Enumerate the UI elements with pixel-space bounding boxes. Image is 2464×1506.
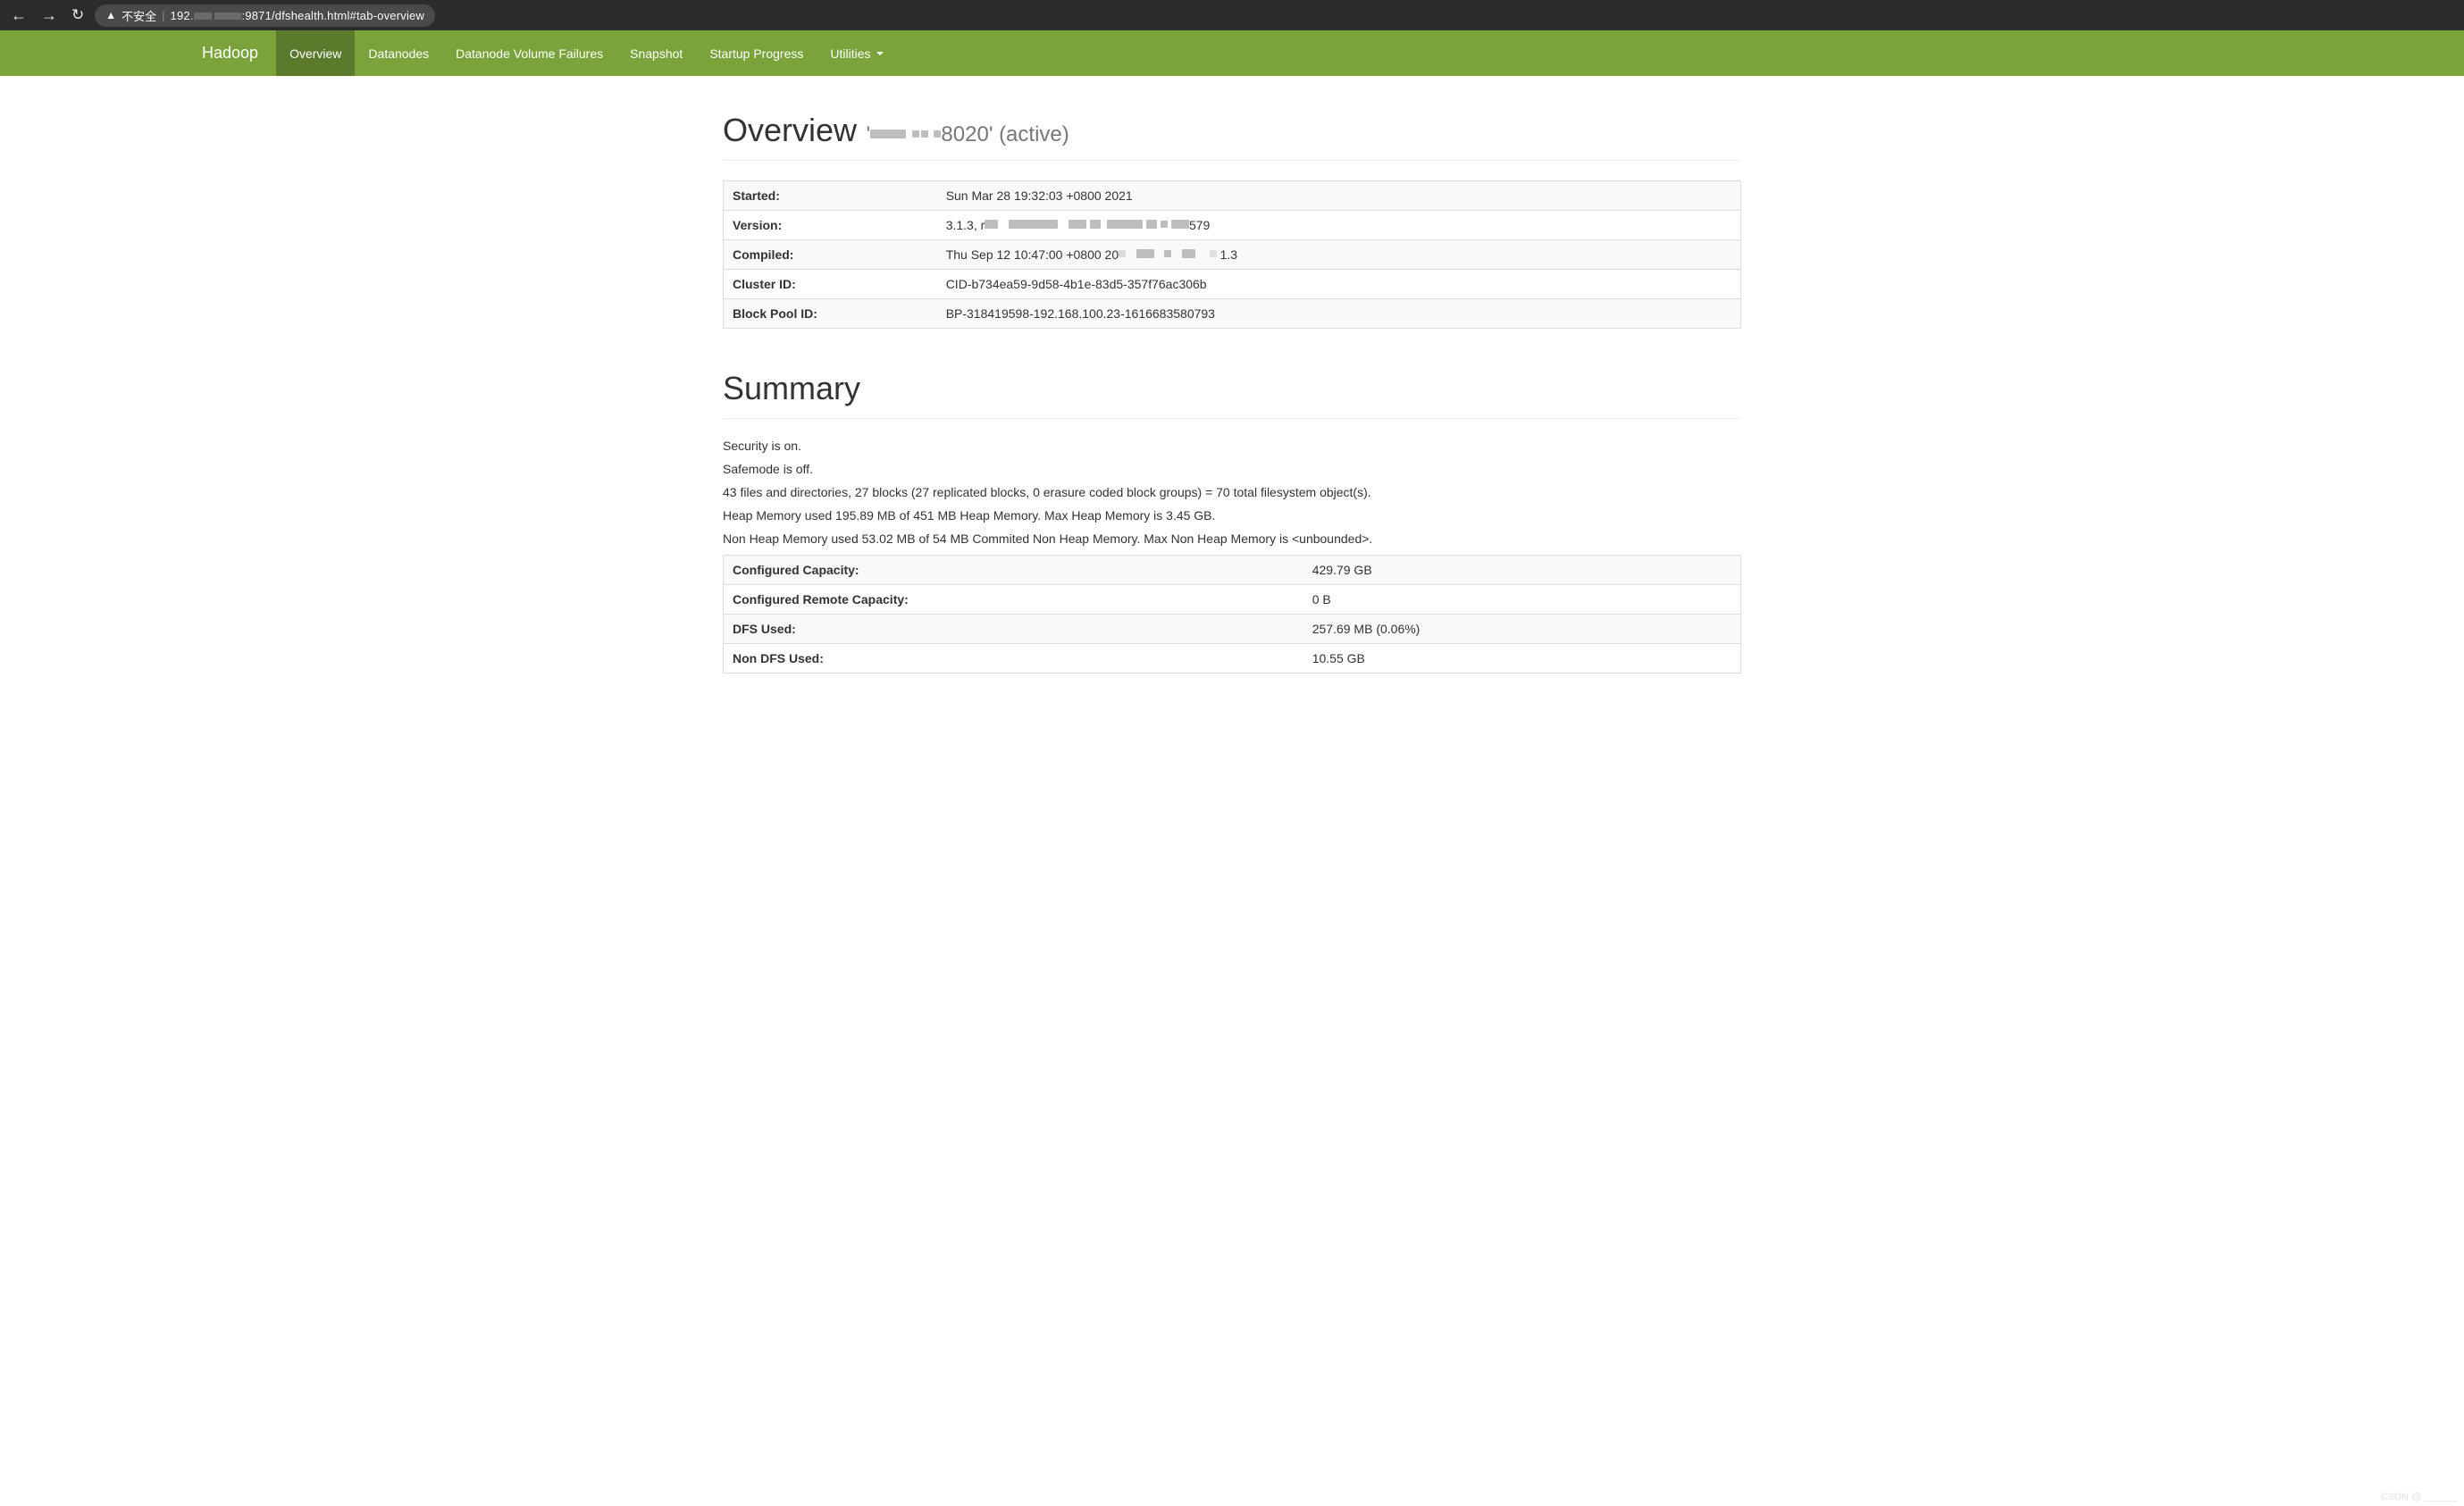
nav-volume-failures[interactable]: Datanode Volume Failures xyxy=(442,30,616,76)
stat-label: Non DFS Used: xyxy=(724,644,1303,674)
compiled-prefix: Thu Sep 12 10:47:00 +0800 20 xyxy=(946,247,1119,262)
summary-header: Summary xyxy=(723,347,1741,419)
safemode-status: Safemode is off. xyxy=(723,462,1741,476)
table-row: Cluster ID: CID-b734ea59-9d58-4b1e-83d5-… xyxy=(724,270,1741,299)
nonheap-memory-stats: Non Heap Memory used 53.02 MB of 54 MB C… xyxy=(723,531,1741,546)
stat-label: Configured Capacity: xyxy=(724,556,1303,585)
table-row: Block Pool ID: BP-318419598-192.168.100.… xyxy=(724,299,1741,329)
table-row: Configured Remote Capacity: 0 B xyxy=(724,585,1741,615)
chevron-down-icon xyxy=(876,52,884,55)
stat-label: DFS Used: xyxy=(724,615,1303,644)
nav-utilities-label: Utilities xyxy=(830,46,870,61)
info-value: 3.1.3, r 579 xyxy=(937,211,1741,240)
reload-button[interactable]: ↻ xyxy=(68,6,88,24)
main-navbar: Hadoop Overview Datanodes Datanode Volum… xyxy=(0,30,2464,76)
stat-value: 0 B xyxy=(1303,585,1741,615)
info-value: Sun Mar 28 19:32:03 +0800 2021 xyxy=(937,181,1741,211)
nav-datanodes[interactable]: Datanodes xyxy=(355,30,442,76)
insecure-label: 不安全 xyxy=(122,7,156,24)
stat-value: 257.69 MB (0.06%) xyxy=(1303,615,1741,644)
nav-utilities[interactable]: Utilities xyxy=(817,30,896,76)
version-suffix: 579 xyxy=(1189,218,1210,232)
nav-startup-progress[interactable]: Startup Progress xyxy=(696,30,817,76)
url-separator: | xyxy=(162,9,164,22)
page-title: Overview xyxy=(723,112,857,149)
nav-snapshot[interactable]: Snapshot xyxy=(616,30,696,76)
brand[interactable]: Hadoop xyxy=(202,44,276,63)
heap-memory-stats: Heap Memory used 195.89 MB of 451 MB Hea… xyxy=(723,508,1741,523)
stat-value: 10.55 GB xyxy=(1303,644,1741,674)
info-label: Version: xyxy=(724,211,937,240)
page-subtitle: ' 8020' (active) xyxy=(866,122,1069,146)
nav-overview[interactable]: Overview xyxy=(276,30,355,76)
host-suffix: 8020' (active) xyxy=(941,122,1069,146)
info-label: Compiled: xyxy=(724,240,937,270)
info-label: Cluster ID: xyxy=(724,270,937,299)
forward-button[interactable]: → xyxy=(38,6,61,25)
summary-table: Configured Capacity: 429.79 GB Configure… xyxy=(723,555,1741,674)
page-header: Overview ' 8020' (active) xyxy=(723,76,1741,161)
info-value: CID-b734ea59-9d58-4b1e-83d5-357f76ac306b xyxy=(937,270,1741,299)
info-label: Started: xyxy=(724,181,937,211)
table-row: Version: 3.1.3, r 579 xyxy=(724,211,1741,240)
table-row: Non DFS Used: 10.55 GB xyxy=(724,644,1741,674)
browser-toolbar: ← → ↻ ▲ 不安全 | 192. :9871/dfshealth.html#… xyxy=(0,0,2464,30)
table-row: DFS Used: 257.69 MB (0.06%) xyxy=(724,615,1741,644)
back-button[interactable]: ← xyxy=(7,6,30,25)
stat-label: Configured Remote Capacity: xyxy=(724,585,1303,615)
info-label: Block Pool ID: xyxy=(724,299,937,329)
filesystem-stats: 43 files and directories, 27 blocks (27 … xyxy=(723,485,1741,499)
url-path: :9871/dfshealth.html#tab-overview xyxy=(241,9,424,22)
warning-icon: ▲ xyxy=(105,9,116,21)
watermark: CSDN @ ______ xyxy=(2381,1492,2457,1502)
url-host-prefix: 192 xyxy=(171,9,190,22)
compiled-suffix: 1.3 xyxy=(1217,247,1237,262)
info-value: Thu Sep 12 10:47:00 +0800 20 1.3 xyxy=(937,240,1741,270)
version-prefix: 3.1.3, r xyxy=(946,218,985,232)
summary-text: Security is on. Safemode is off. 43 file… xyxy=(723,439,1741,546)
summary-title: Summary xyxy=(723,370,1741,407)
url-bar[interactable]: ▲ 不安全 | 192. :9871/dfshealth.html#tab-ov… xyxy=(95,4,435,27)
table-row: Configured Capacity: 429.79 GB xyxy=(724,556,1741,585)
overview-info-table: Started: Sun Mar 28 19:32:03 +0800 2021 … xyxy=(723,180,1741,329)
security-status: Security is on. xyxy=(723,439,1741,453)
url-text: 192. :9871/dfshealth.html#tab-overview xyxy=(171,9,425,22)
table-row: Started: Sun Mar 28 19:32:03 +0800 2021 xyxy=(724,181,1741,211)
stat-value: 429.79 GB xyxy=(1303,556,1741,585)
table-row: Compiled: Thu Sep 12 10:47:00 +0800 20 1… xyxy=(724,240,1741,270)
info-value: BP-318419598-192.168.100.23-161668358079… xyxy=(937,299,1741,329)
